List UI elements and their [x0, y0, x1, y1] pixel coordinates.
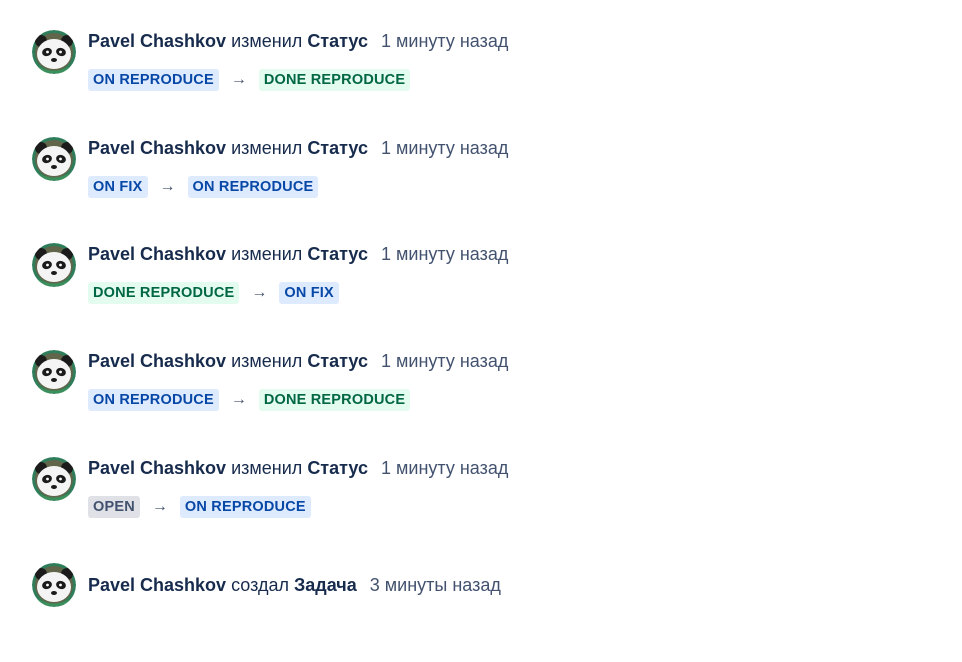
status-from-lozenge: ON REPRODUCE — [88, 389, 219, 411]
avatar[interactable] — [32, 243, 76, 287]
timestamp[interactable]: 3 минуты назад — [370, 575, 501, 595]
status-transition: OPEN → ON REPRODUCE — [88, 496, 311, 518]
history-feed: Pavel Chashkov изменил Статус 1 минуту н… — [0, 0, 962, 662]
status-to-lozenge: DONE REPRODUCE — [258, 389, 411, 411]
entry-header: Pavel Chashkov изменил Статус 1 минуту н… — [88, 30, 508, 52]
author-name[interactable]: Pavel Chashkov — [88, 31, 226, 51]
author-name[interactable]: Pavel Chashkov — [88, 244, 226, 264]
timestamp[interactable]: 1 минуту назад — [381, 351, 508, 371]
arrow-right-icon: → — [230, 391, 247, 408]
timestamp[interactable]: 1 минуту назад — [381, 31, 508, 51]
avatar[interactable] — [32, 563, 76, 607]
panda-avatar-icon — [32, 137, 76, 181]
changed-field: Статус — [307, 138, 368, 158]
entry-header: Pavel Chashkov создал Задача 3 минуты на… — [88, 574, 501, 596]
action-verb: изменил — [231, 458, 303, 478]
history-entry: Pavel Chashkov изменил Статус 1 минуту н… — [32, 30, 912, 120]
status-to-lozenge: ON FIX — [279, 282, 339, 304]
author-name[interactable]: Pavel Chashkov — [88, 138, 226, 158]
panda-avatar-icon — [32, 243, 76, 287]
history-entry: Pavel Chashkov изменил Статус 1 минуту н… — [32, 457, 912, 547]
panda-avatar-icon — [32, 30, 76, 74]
entry-header: Pavel Chashkov изменил Статус 1 минуту н… — [88, 350, 508, 372]
panda-avatar-icon — [32, 457, 76, 501]
status-to-lozenge: DONE REPRODUCE — [258, 69, 411, 91]
panda-avatar-icon — [32, 563, 76, 607]
status-transition: ON REPRODUCE → DONE REPRODUCE — [88, 69, 411, 91]
changed-field: Статус — [307, 244, 368, 264]
changed-field: Статус — [307, 31, 368, 51]
action-verb: изменил — [231, 138, 303, 158]
author-name[interactable]: Pavel Chashkov — [88, 575, 226, 595]
status-transition: DONE REPRODUCE → ON FIX — [88, 282, 339, 304]
avatar[interactable] — [32, 137, 76, 181]
panda-avatar-icon — [32, 350, 76, 394]
avatar[interactable] — [32, 30, 76, 74]
action-verb: изменил — [231, 244, 303, 264]
action-verb: изменил — [231, 351, 303, 371]
arrow-right-icon: → — [230, 71, 247, 88]
entry-header: Pavel Chashkov изменил Статус 1 минуту н… — [88, 457, 508, 479]
action-verb: создал — [231, 575, 289, 595]
action-verb: изменил — [231, 31, 303, 51]
history-entry: Pavel Chashkov изменил Статус 1 минуту н… — [32, 243, 912, 333]
arrow-right-icon: → — [159, 178, 176, 195]
status-transition: ON FIX → ON REPRODUCE — [88, 176, 319, 198]
entry-header: Pavel Chashkov изменил Статус 1 минуту н… — [88, 137, 508, 159]
status-to-lozenge: ON REPRODUCE — [179, 496, 311, 518]
entry-header: Pavel Chashkov изменил Статус 1 минуту н… — [88, 243, 508, 265]
avatar[interactable] — [32, 350, 76, 394]
history-entry: Pavel Chashkov изменил Статус 1 минуту н… — [32, 350, 912, 440]
author-name[interactable]: Pavel Chashkov — [88, 458, 226, 478]
timestamp[interactable]: 1 минуту назад — [381, 458, 508, 478]
status-from-lozenge: ON FIX — [88, 176, 148, 198]
status-from-lozenge: OPEN — [88, 496, 140, 518]
timestamp[interactable]: 1 минуту назад — [381, 138, 508, 158]
history-entry: Pavel Chashkov изменил Статус 1 минуту н… — [32, 137, 912, 227]
history-entry-created: Pavel Chashkov создал Задача 3 минуты на… — [32, 563, 912, 653]
arrow-right-icon: → — [251, 284, 268, 301]
arrow-right-icon: → — [151, 498, 168, 515]
changed-field: Статус — [307, 351, 368, 371]
timestamp[interactable]: 1 минуту назад — [381, 244, 508, 264]
status-from-lozenge: ON REPRODUCE — [88, 69, 219, 91]
status-from-lozenge: DONE REPRODUCE — [88, 282, 240, 304]
changed-field: Статус — [307, 458, 368, 478]
avatar[interactable] — [32, 457, 76, 501]
status-transition: ON REPRODUCE → DONE REPRODUCE — [88, 389, 411, 411]
created-item-type: Задача — [294, 575, 357, 595]
status-to-lozenge: ON REPRODUCE — [187, 176, 319, 198]
author-name[interactable]: Pavel Chashkov — [88, 351, 226, 371]
